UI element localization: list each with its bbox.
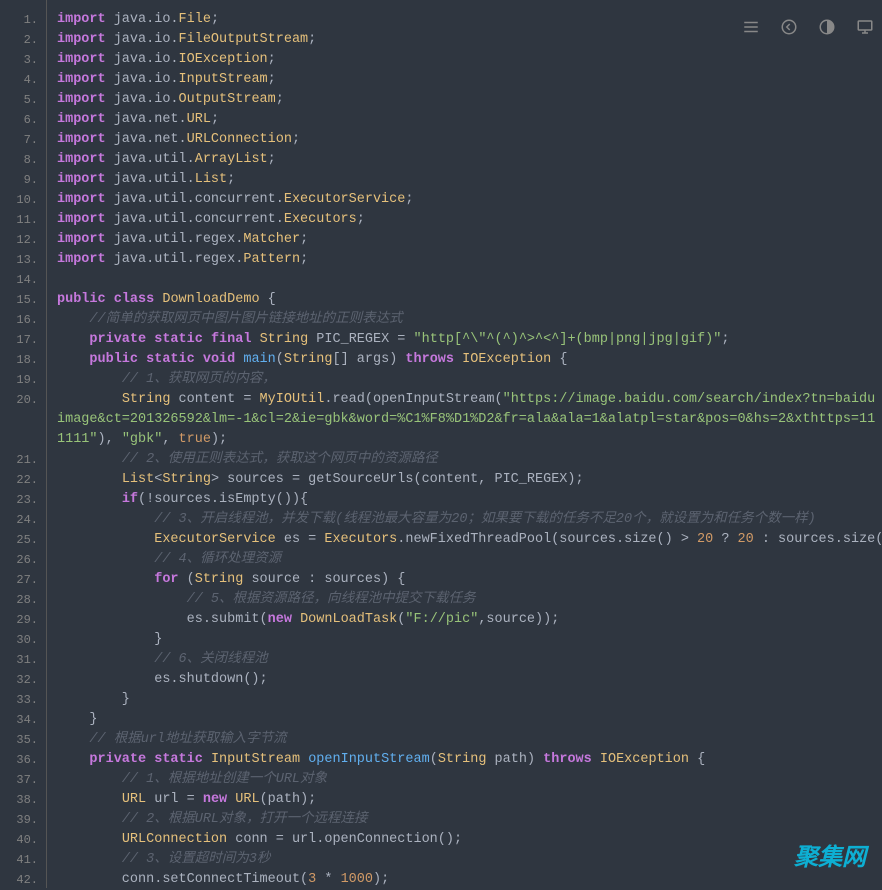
line-number: 15.	[0, 290, 46, 310]
code-line: import java.util.regex.Pattern;	[57, 250, 882, 270]
code-line: public class DownloadDemo {	[57, 290, 882, 310]
line-number: 32.	[0, 670, 46, 690]
watermark: 聚集网	[794, 837, 866, 872]
line-number: 23.	[0, 490, 46, 510]
line-number: 9.	[0, 170, 46, 190]
code-line: // 4、循环处理资源	[57, 550, 882, 570]
code-line: private static final String PIC_REGEX = …	[57, 330, 882, 350]
line-number: 31.	[0, 650, 46, 670]
code-line: import java.io.IOException;	[57, 50, 882, 70]
line-number: 26.	[0, 550, 46, 570]
line-number: 35.	[0, 730, 46, 750]
code-line: // 1、根据地址创建一个URL对象	[57, 770, 882, 790]
line-number: 21.	[0, 450, 46, 470]
line-number: 22.	[0, 470, 46, 490]
code-line: // 2、使用正则表达式，获取这个网页中的资源路径	[57, 450, 882, 470]
line-number: 24.	[0, 510, 46, 530]
line-number: 39.	[0, 810, 46, 830]
line-number: 19.	[0, 370, 46, 390]
line-number: 29.	[0, 610, 46, 630]
line-number: 30.	[0, 630, 46, 650]
line-number: 37.	[0, 770, 46, 790]
code-line: es.shutdown();	[57, 670, 882, 690]
line-number: 17.	[0, 330, 46, 350]
line-number: 20.	[0, 390, 46, 410]
code-line: }	[57, 710, 882, 730]
code-line: ExecutorService es = Executors.newFixedT…	[57, 530, 882, 550]
line-number: 38.	[0, 790, 46, 810]
line-number: 14.	[0, 270, 46, 290]
line-number: 42.	[0, 870, 46, 890]
code-line: for (String source : sources) {	[57, 570, 882, 590]
line-number: 4.	[0, 70, 46, 90]
code-line: import java.io.InputStream;	[57, 70, 882, 90]
line-number-gutter: 1.2.3.4.5.6.7.8.9.10.11.12.13.14.15.16.1…	[0, 0, 46, 888]
line-number: 13.	[0, 250, 46, 270]
code-line: // 3、开启线程池，并发下载(线程池最大容量为20；如果要下载的任务不足20个…	[57, 510, 882, 530]
line-number: 36.	[0, 750, 46, 770]
line-number: 11.	[0, 210, 46, 230]
code-line: }	[57, 630, 882, 650]
code-line: }	[57, 690, 882, 710]
line-number: 40.	[0, 830, 46, 850]
line-number: 12.	[0, 230, 46, 250]
line-number: 1.	[0, 10, 46, 30]
code-line: // 2、根据URL对象，打开一个远程连接	[57, 810, 882, 830]
code-line	[57, 270, 882, 290]
back-icon[interactable]	[778, 16, 800, 38]
code-line: if(!sources.isEmpty()){	[57, 490, 882, 510]
code-line: es.submit(new DownLoadTask("F://pic",sou…	[57, 610, 882, 630]
line-number: 10.	[0, 190, 46, 210]
code-line: import java.util.concurrent.Executors;	[57, 210, 882, 230]
code-line: import java.io.OutputStream;	[57, 90, 882, 110]
line-number: 28.	[0, 590, 46, 610]
code-line: // 1、获取网页的内容，	[57, 370, 882, 390]
code-line: import java.net.URLConnection;	[57, 130, 882, 150]
line-number: 18.	[0, 350, 46, 370]
code-line: URLConnection conn = url.openConnection(…	[57, 830, 882, 850]
line-number: 6.	[0, 110, 46, 130]
code-line: URL url = new URL(path);	[57, 790, 882, 810]
line-number: 5.	[0, 90, 46, 110]
line-number: 3.	[0, 50, 46, 70]
code-editor: 1.2.3.4.5.6.7.8.9.10.11.12.13.14.15.16.1…	[0, 0, 882, 888]
code-line: // 5、根据资源路径，向线程池中提交下载任务	[57, 590, 882, 610]
line-number: 27.	[0, 570, 46, 590]
code-line: import java.util.ArrayList;	[57, 150, 882, 170]
code-line: // 3、设置超时间为3秒	[57, 850, 882, 870]
editor-toolbar	[740, 16, 876, 38]
line-number: 34.	[0, 710, 46, 730]
line-number: 16.	[0, 310, 46, 330]
code-line: private static InputStream openInputStre…	[57, 750, 882, 770]
code-line: import java.util.concurrent.ExecutorServ…	[57, 190, 882, 210]
code-line: //简单的获取网页中图片图片链接地址的正则表达式	[57, 310, 882, 330]
code-line: public static void main(String[] args) t…	[57, 350, 882, 370]
code-area[interactable]: import java.io.File;import java.io.FileO…	[46, 0, 882, 888]
code-line: String content = MyIOUtil.read(openInput…	[57, 390, 882, 450]
code-line: conn.setConnectTimeout(3 * 1000);	[57, 870, 882, 888]
line-number: 8.	[0, 150, 46, 170]
line-number: 33.	[0, 690, 46, 710]
line-number: 2.	[0, 30, 46, 50]
code-line: import java.net.URL;	[57, 110, 882, 130]
code-line: List<String> sources = getSourceUrls(con…	[57, 470, 882, 490]
list-icon[interactable]	[740, 16, 762, 38]
monitor-icon[interactable]	[854, 16, 876, 38]
line-number: 41.	[0, 850, 46, 870]
contrast-icon[interactable]	[816, 16, 838, 38]
line-number: 25.	[0, 530, 46, 550]
line-number: 7.	[0, 130, 46, 150]
code-line: import java.util.List;	[57, 170, 882, 190]
code-line: import java.util.regex.Matcher;	[57, 230, 882, 250]
code-line: // 6、关闭线程池	[57, 650, 882, 670]
code-line: // 根据url地址获取输入字节流	[57, 730, 882, 750]
